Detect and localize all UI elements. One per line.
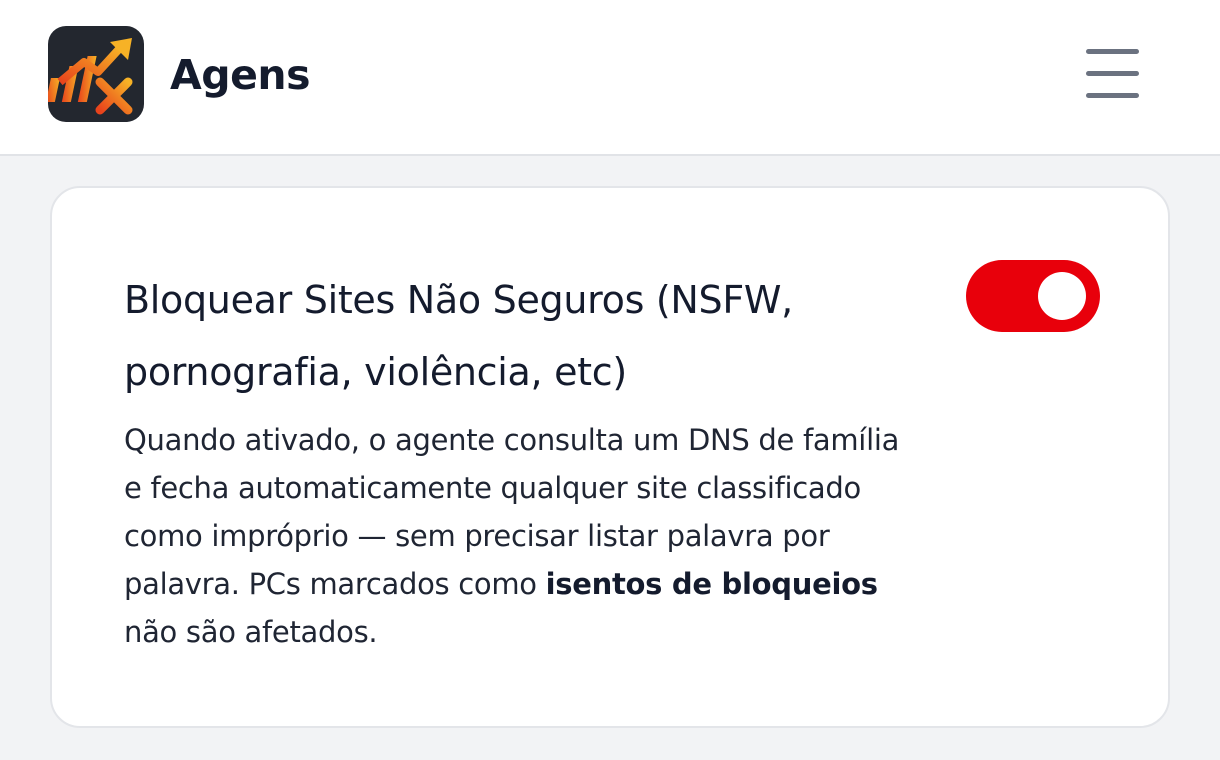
menu-button[interactable] (1078, 40, 1146, 108)
app-title: Agens (170, 51, 310, 99)
toggle-knob (1038, 272, 1086, 320)
setting-card: Bloquear Sites Não Seguros (NSFW, pornog… (50, 186, 1170, 728)
setting-description: Quando ativado, o agente consulta um DNS… (124, 416, 924, 656)
nsfw-block-toggle[interactable] (966, 260, 1100, 332)
chart-arrow-logo-icon[interactable] (48, 26, 144, 122)
description-bold: isentos de bloqueios (545, 567, 878, 601)
description-text-end: não são afetados. (124, 615, 378, 649)
setting-title: Bloquear Sites Não Seguros (NSFW, pornog… (124, 278, 793, 394)
app-header: Agens (0, 0, 1220, 156)
